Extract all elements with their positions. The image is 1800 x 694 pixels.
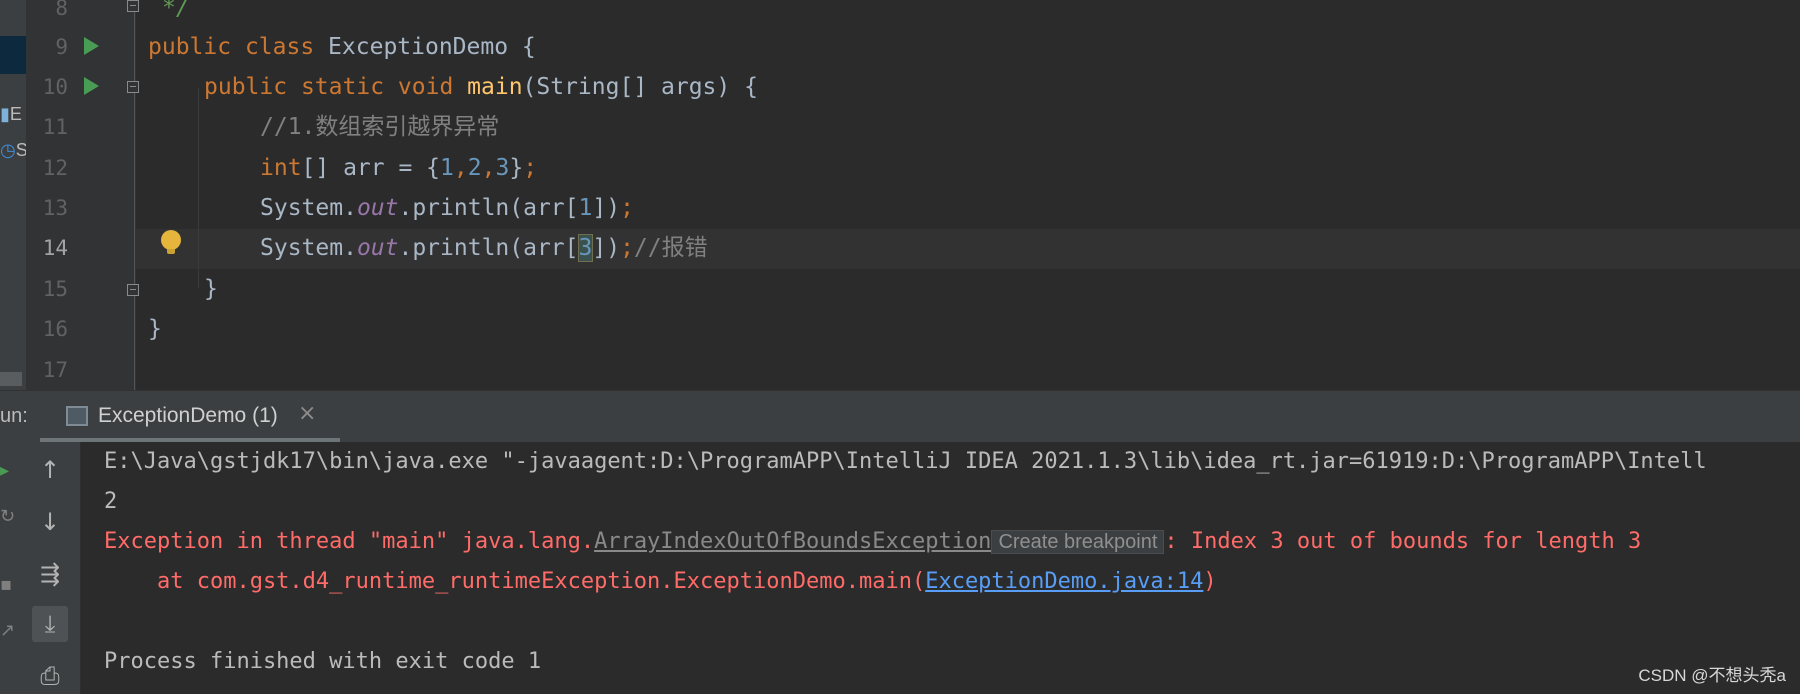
project-selected-row	[0, 36, 26, 74]
scroll-to-end-icon[interactable]: ⤓	[32, 606, 68, 642]
stop-icon[interactable]: ▪	[0, 574, 12, 595]
horizontal-scrollbar[interactable]	[0, 372, 22, 386]
console-exit-line: Process finished with exit code 1	[104, 649, 542, 674]
console-stacktrace-line: at com.gst.d4_runtime_runtimeException.E…	[104, 569, 1217, 594]
code-line-8[interactable]: */	[162, 0, 190, 28]
bar-chart-icon: ▮	[0, 104, 10, 124]
line-number[interactable]: 13	[32, 188, 68, 228]
print-icon[interactable]: ⎙	[32, 658, 68, 694]
line-number[interactable]: 12	[32, 148, 68, 188]
lightbulb-icon[interactable]	[161, 230, 181, 254]
project-item-2[interactable]: ◷S	[0, 140, 28, 164]
tab-exception-demo[interactable]: ExceptionDemo (1) ×	[40, 391, 340, 443]
source-location-link[interactable]: ExceptionDemo.java:14	[925, 569, 1203, 594]
close-icon[interactable]: ×	[298, 401, 316, 426]
arrow-down-icon[interactable]: ↓	[32, 504, 68, 540]
code-line-9[interactable]: public class ExceptionDemo {	[148, 27, 536, 67]
line-number[interactable]: 8	[32, 0, 68, 28]
console-output[interactable]: E:\Java\gstjdk17\bin\java.exe "-javaagen…	[81, 442, 1800, 694]
tab-label: ExceptionDemo (1)	[98, 404, 278, 427]
run-class-icon[interactable]	[84, 37, 99, 55]
console-icon	[66, 406, 88, 426]
project-item-1[interactable]: ▮E	[0, 104, 22, 128]
create-breakpoint-tooltip[interactable]: Create breakpoint	[991, 530, 1165, 554]
soft-wrap-icon[interactable]: ⇶	[32, 556, 68, 592]
exception-class-link[interactable]: ArrayIndexOutOfBoundsException	[594, 529, 991, 554]
run-label: un:	[0, 405, 28, 427]
fold-icon[interactable]	[127, 0, 139, 12]
code-line-16[interactable]: }	[148, 309, 162, 349]
fold-guide	[134, 0, 135, 390]
line-number[interactable]: 17	[32, 350, 68, 390]
console-exception-line: Exception in thread "main" java.lang.Arr…	[104, 529, 1642, 554]
arrow-up-icon[interactable]: ↑	[32, 452, 68, 488]
rerun-icon[interactable]: ▸	[0, 460, 9, 481]
indent-guide	[198, 88, 199, 288]
line-number[interactable]: 16	[32, 309, 68, 349]
wrench-icon[interactable]: ↻	[0, 506, 15, 527]
line-number[interactable]: 9	[32, 27, 68, 67]
pin-icon[interactable]: ↗	[0, 620, 15, 641]
run-toolbar-edge: ▸ ↻ ▪ ↗	[0, 442, 15, 694]
code-line-15[interactable]: }	[204, 269, 218, 309]
code-line-13[interactable]: System.out.println(arr[1]);	[260, 188, 634, 228]
code-editor[interactable]: ▮E ◷S 8 9 10 11 12 13 14 15 16 17 */ pub…	[0, 0, 1800, 390]
code-line-12[interactable]: int[] arr = {1,2,3};	[260, 148, 537, 188]
run-main-icon[interactable]	[84, 77, 99, 95]
line-number[interactable]: 15	[32, 269, 68, 309]
line-number[interactable]: 10	[32, 67, 68, 107]
code-line-10[interactable]: public static void main(String[] args) {	[204, 67, 758, 107]
run-tool-window-header: un: ExceptionDemo (1) ×	[0, 390, 1800, 443]
fold-icon[interactable]	[127, 81, 139, 93]
watermark: CSDN @不想头秃a	[1638, 666, 1786, 685]
code-line-11[interactable]: //1.数组索引越界异常	[260, 107, 499, 147]
run-toolbar: ↑ ↓ ⇶ ⤓ ⎙	[14, 442, 81, 694]
clock-icon: ◷	[0, 140, 16, 160]
line-number[interactable]: 11	[32, 107, 68, 147]
caret-index: 3	[577, 234, 594, 262]
code-line-14[interactable]: System.out.println(arr[3]);//报错	[260, 228, 708, 268]
console-output-line: 2	[104, 489, 118, 514]
line-number-current[interactable]: 14	[32, 228, 68, 268]
console-command-line: E:\Java\gstjdk17\bin\java.exe "-javaagen…	[104, 449, 1707, 474]
fold-icon[interactable]	[127, 284, 139, 296]
project-panel-strip[interactable]: ▮E ◷S	[0, 0, 28, 390]
